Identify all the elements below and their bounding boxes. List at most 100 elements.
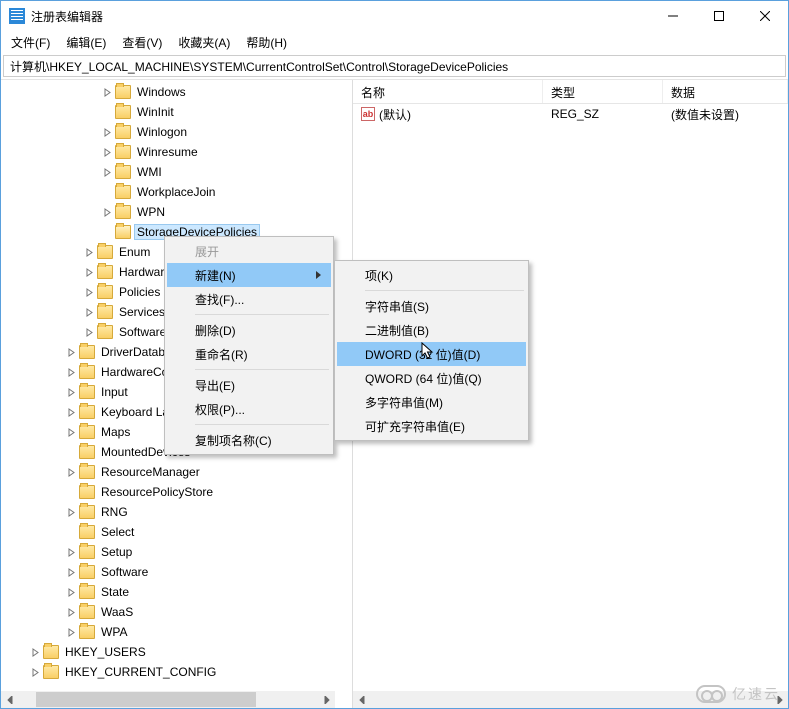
tree-item-workplacejoin[interactable]: WorkplaceJoin (1, 182, 352, 202)
window-controls (650, 1, 788, 31)
list-header[interactable]: 名称 类型 数据 (353, 80, 788, 104)
expander-icon[interactable] (81, 244, 97, 260)
expander-icon[interactable] (99, 164, 115, 180)
expander-icon[interactable] (27, 664, 43, 680)
folder-icon (79, 385, 95, 399)
expander-icon (99, 224, 115, 240)
tree-item-label: RNG (99, 505, 130, 519)
folder-icon (79, 485, 95, 499)
expander-icon[interactable] (63, 344, 79, 360)
tree-item-label: WPA (99, 625, 129, 639)
menu-edit[interactable]: 编辑(E) (58, 32, 114, 53)
tree-item-label: Maps (99, 425, 132, 439)
expander-icon[interactable] (99, 204, 115, 220)
maximize-button[interactable] (696, 1, 742, 31)
scroll-left-arrow-icon[interactable] (353, 691, 370, 708)
col-data[interactable]: 数据 (663, 80, 788, 103)
folder-icon (115, 145, 131, 159)
app-icon (9, 8, 25, 24)
menu-help[interactable]: 帮助(H) (238, 32, 295, 53)
tree-item-hkey-users[interactable]: HKEY_USERS (1, 642, 352, 662)
tree-item-label: ResourcePolicyStore (99, 485, 215, 499)
expander-icon[interactable] (99, 124, 115, 140)
tree-item-winresume[interactable]: Winresume (1, 142, 352, 162)
expander-icon[interactable] (27, 644, 43, 660)
tree-item-rng[interactable]: RNG (1, 502, 352, 522)
tree-item-state[interactable]: State (1, 582, 352, 602)
folder-icon (43, 665, 59, 679)
cm-separator (365, 290, 524, 291)
cm-find[interactable]: 查找(F)... (167, 287, 331, 311)
expander-icon[interactable] (63, 624, 79, 640)
expander-icon[interactable] (63, 424, 79, 440)
cm-new[interactable]: 新建(N) (167, 263, 331, 287)
expander-icon[interactable] (63, 504, 79, 520)
menu-file[interactable]: 文件(F) (3, 32, 58, 53)
expander-icon[interactable] (99, 84, 115, 100)
cm-export[interactable]: 导出(E) (167, 373, 331, 397)
col-type[interactable]: 类型 (543, 80, 663, 103)
context-menu[interactable]: 展开 新建(N) 查找(F)... 删除(D) 重命名(R) 导出(E) 权限(… (164, 236, 334, 455)
tree-item-resourcemanager[interactable]: ResourceManager (1, 462, 352, 482)
expander-icon[interactable] (81, 304, 97, 320)
sm-multi-string[interactable]: 多字符串值(M) (337, 390, 526, 414)
tree-item-waas[interactable]: WaaS (1, 602, 352, 622)
folder-icon (79, 365, 95, 379)
tree-item-label: ResourceManager (99, 465, 202, 479)
sm-binary[interactable]: 二进制值(B) (337, 318, 526, 342)
tree-item-wpn[interactable]: WPN (1, 202, 352, 222)
expander-icon[interactable] (63, 404, 79, 420)
cm-delete[interactable]: 删除(D) (167, 318, 331, 342)
scroll-left-arrow-icon[interactable] (1, 691, 18, 708)
folder-icon (115, 185, 131, 199)
expander-icon[interactable] (63, 604, 79, 620)
scroll-thumb[interactable] (36, 692, 256, 707)
sm-string[interactable]: 字符串值(S) (337, 294, 526, 318)
sm-qword[interactable]: QWORD (64 位)值(Q) (337, 366, 526, 390)
expander-icon[interactable] (81, 324, 97, 340)
tree-item-winlogon[interactable]: Winlogon (1, 122, 352, 142)
folder-icon (115, 125, 131, 139)
tree-item-setup[interactable]: Setup (1, 542, 352, 562)
tree-item-software[interactable]: Software (1, 562, 352, 582)
tree-item-label: WMI (135, 165, 164, 179)
sm-key[interactable]: 项(K) (337, 263, 526, 287)
expander-icon[interactable] (63, 564, 79, 580)
expander-icon[interactable] (63, 464, 79, 480)
new-submenu[interactable]: 项(K) 字符串值(S) 二进制值(B) DWORD (32 位)值(D) QW… (334, 260, 529, 441)
col-name[interactable]: 名称 (353, 80, 543, 103)
tree-item-resourcepolicystore[interactable]: ResourcePolicyStore (1, 482, 352, 502)
cm-rename[interactable]: 重命名(R) (167, 342, 331, 366)
tree-item-hkey-current-config[interactable]: HKEY_CURRENT_CONFIG (1, 662, 352, 682)
expander-icon[interactable] (81, 264, 97, 280)
tree-item-wpa[interactable]: WPA (1, 622, 352, 642)
folder-icon (79, 445, 95, 459)
sm-dword[interactable]: DWORD (32 位)值(D) (337, 342, 526, 366)
cm-permissions[interactable]: 权限(P)... (167, 397, 331, 421)
tree-item-wmi[interactable]: WMI (1, 162, 352, 182)
menu-favorites[interactable]: 收藏夹(A) (170, 32, 238, 53)
close-button[interactable] (742, 1, 788, 31)
list-row[interactable]: ab (默认) REG_SZ (数值未设置) (353, 104, 788, 124)
folder-icon (79, 525, 95, 539)
expander-icon[interactable] (81, 284, 97, 300)
expander-icon[interactable] (63, 364, 79, 380)
sm-expandable-string[interactable]: 可扩充字符串值(E) (337, 414, 526, 438)
tree-item-windows[interactable]: Windows (1, 82, 352, 102)
address-bar[interactable]: 计算机\HKEY_LOCAL_MACHINE\SYSTEM\CurrentCon… (3, 55, 786, 77)
tree-item-select[interactable]: Select (1, 522, 352, 542)
expander-icon[interactable] (63, 584, 79, 600)
cm-copy-key-name[interactable]: 复制项名称(C) (167, 428, 331, 452)
scroll-right-arrow-icon[interactable] (318, 691, 335, 708)
window-title: 注册表编辑器 (31, 8, 650, 25)
menu-view[interactable]: 查看(V) (114, 32, 170, 53)
expander-icon[interactable] (63, 544, 79, 560)
expander-icon[interactable] (63, 384, 79, 400)
tree-item-wininit[interactable]: WinInit (1, 102, 352, 122)
minimize-button[interactable] (650, 1, 696, 31)
folder-icon (97, 305, 113, 319)
titlebar[interactable]: 注册表编辑器 (1, 1, 788, 31)
folder-icon (97, 285, 113, 299)
expander-icon[interactable] (99, 144, 115, 160)
tree-horizontal-scrollbar[interactable] (1, 691, 335, 708)
